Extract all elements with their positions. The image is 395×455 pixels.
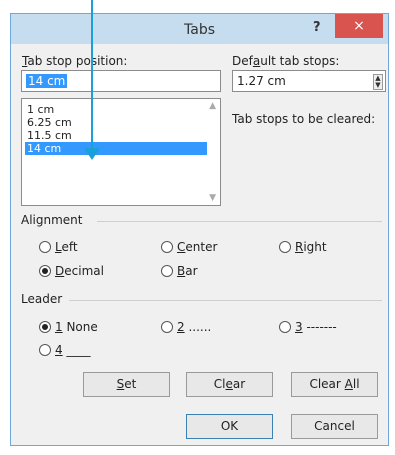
leader-underline-radio[interactable] [39, 344, 51, 356]
alignment-left-radio[interactable] [39, 241, 51, 253]
alignment-group-title: Alignment [21, 213, 83, 227]
leader-group-title: Leader [21, 292, 63, 306]
annotation-arrow-head-icon [84, 148, 100, 160]
list-item[interactable]: 11.5 cm [25, 129, 207, 142]
default-tab-stops-input[interactable]: 1.27 cm ▲ ▼ [232, 70, 386, 92]
default-tab-stops-label: Default tab stops: [232, 54, 340, 68]
dialog-title: Tabs [184, 22, 215, 38]
default-tab-stops-value: 1.27 cm [237, 74, 286, 88]
alignment-right-label: Right [295, 240, 327, 254]
tab-stop-position-value: 14 cm [26, 74, 68, 88]
set-button[interactable]: Set [83, 372, 170, 397]
list-item[interactable]: 6.25 cm [25, 116, 207, 129]
cancel-button[interactable]: Cancel [291, 414, 378, 439]
ok-button[interactable]: OK [186, 414, 273, 439]
alignment-bar-radio[interactable] [161, 265, 173, 277]
close-button[interactable]: × [335, 14, 383, 38]
help-button[interactable]: ? [313, 20, 321, 35]
annotation-arrow-line [91, 0, 93, 150]
scroll-down-icon[interactable]: ▼ [209, 193, 216, 203]
up-down-spinner-icon[interactable]: ▲ ▼ [373, 74, 383, 90]
leader-divider [69, 300, 382, 301]
list-item[interactable]: 1 cm [25, 103, 207, 116]
alignment-bar-label: Bar [177, 264, 198, 278]
leader-dots-label: 2 ...... [177, 320, 212, 334]
clear-button[interactable]: Clear [186, 372, 273, 397]
leader-dots-radio[interactable] [161, 321, 173, 333]
alignment-center-radio[interactable] [161, 241, 173, 253]
alignment-decimal-radio[interactable] [39, 265, 51, 277]
alignment-center-label: Center [177, 240, 218, 254]
title-bar: Tabs ? × [11, 14, 388, 44]
leader-none-label: 1 None [55, 320, 98, 334]
tab-stop-list[interactable]: 1 cm 6.25 cm 11.5 cm 14 cm ▲ ▼ [21, 98, 221, 206]
leader-dashes-radio[interactable] [279, 321, 291, 333]
tabs-dialog: Tabs ? × Tab stop position: 14 cm 1 cm 6… [10, 13, 389, 446]
alignment-decimal-label: Decimal [55, 264, 104, 278]
clear-all-button[interactable]: Clear All [291, 372, 378, 397]
list-item-selected[interactable]: 14 cm [25, 142, 207, 155]
leader-dashes-label: 3 ------- [295, 320, 337, 334]
close-icon: × [353, 18, 365, 34]
tab-stops-to-be-cleared-label: Tab stops to be cleared: [232, 112, 376, 126]
leader-underline-label: 4 ____ [55, 343, 91, 357]
alignment-right-radio[interactable] [279, 241, 291, 253]
tab-stop-position-label: Tab stop position: [22, 54, 128, 68]
scroll-up-icon[interactable]: ▲ [209, 101, 216, 111]
tab-stop-position-input[interactable]: 14 cm [21, 70, 221, 92]
alignment-divider [97, 221, 382, 222]
leader-none-radio[interactable] [39, 321, 51, 333]
alignment-left-label: Left [55, 240, 78, 254]
